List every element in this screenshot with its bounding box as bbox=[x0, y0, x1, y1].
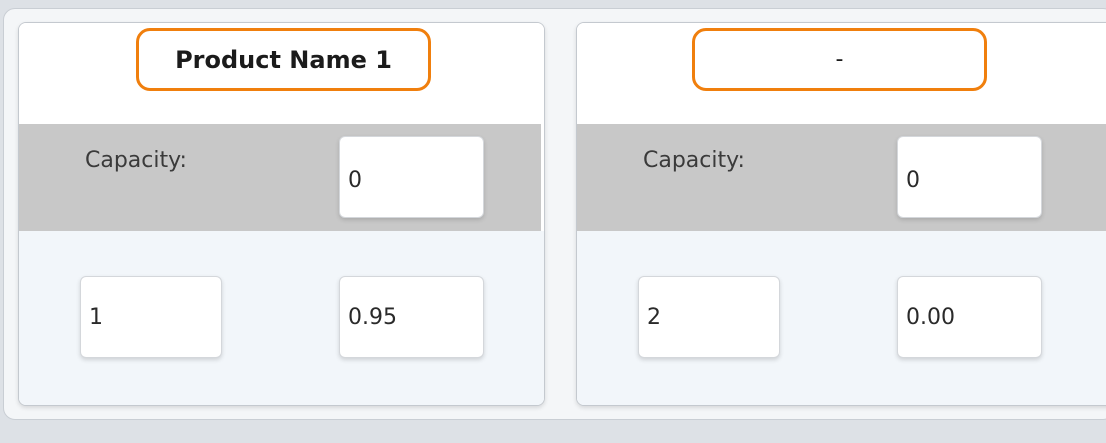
capacity-input[interactable]: 0 bbox=[339, 136, 484, 218]
capacity-input[interactable]: 0 bbox=[897, 136, 1042, 218]
card-header: - bbox=[577, 23, 1106, 125]
product-card-1: Product Name 1 Capacity: 0 1 0.95 bbox=[18, 22, 545, 406]
product-card-2: - Capacity: 0 2 0.00 bbox=[576, 22, 1106, 406]
capacity-row: Capacity: 0 bbox=[19, 124, 541, 231]
factor-input[interactable]: 0.95 bbox=[339, 276, 484, 358]
values-row: 1 0.95 bbox=[19, 231, 544, 405]
capacity-row: Capacity: 0 bbox=[577, 124, 1106, 231]
capacity-label: Capacity: bbox=[85, 148, 187, 173]
factor-input[interactable]: 0.00 bbox=[897, 276, 1042, 358]
quantity-input[interactable]: 1 bbox=[80, 276, 222, 358]
quantity-input[interactable]: 2 bbox=[638, 276, 780, 358]
product-name-1[interactable]: Product Name 1 bbox=[136, 28, 431, 91]
product-name-2[interactable]: - bbox=[692, 28, 987, 91]
capacity-label: Capacity: bbox=[643, 148, 745, 173]
card-header: Product Name 1 bbox=[19, 23, 544, 125]
values-row: 2 0.00 bbox=[577, 231, 1106, 405]
